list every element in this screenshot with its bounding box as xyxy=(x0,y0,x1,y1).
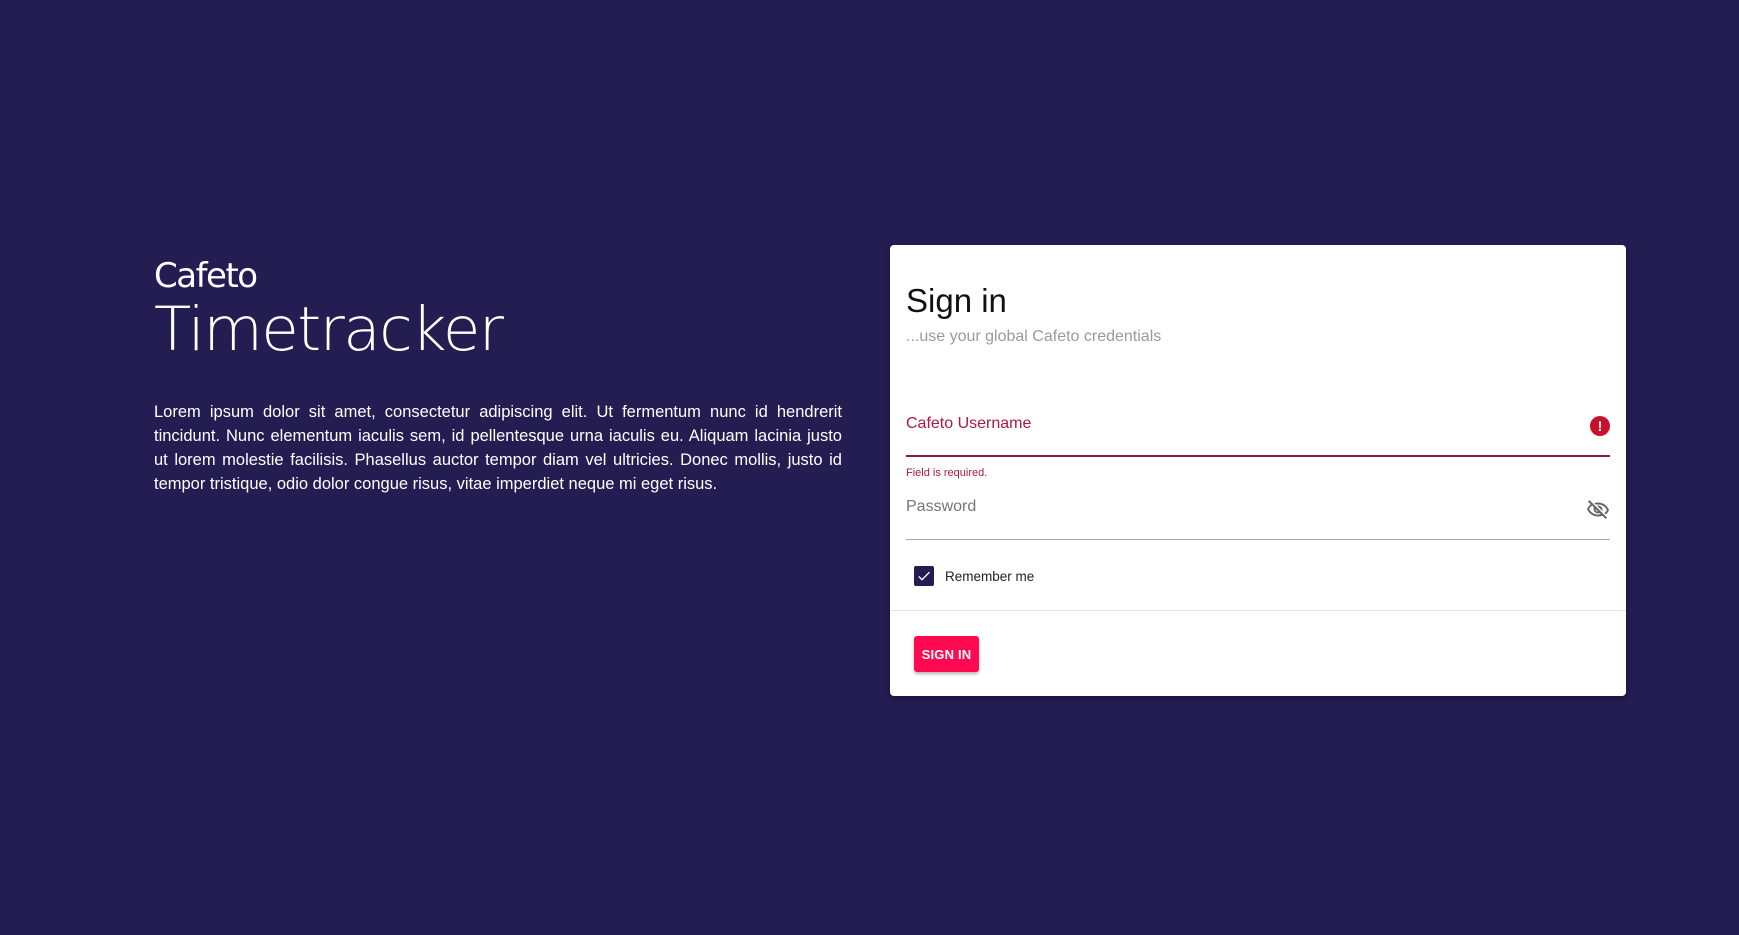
username-input[interactable] xyxy=(906,435,1566,457)
signin-title: Sign in xyxy=(906,282,1007,319)
password-underline xyxy=(906,539,1610,540)
username-underline xyxy=(906,455,1610,457)
app-description: Lorem ipsum dolor sit amet, consectetur … xyxy=(154,403,842,493)
cafeto-logo: Cafeto xyxy=(154,256,258,296)
signin-header: Sign in ...use your global Cafeto creden… xyxy=(906,281,1161,346)
sign-in-button[interactable]: SIGN IN xyxy=(914,636,979,672)
error-icon: ! xyxy=(1590,416,1610,436)
remember-me-checkbox[interactable] xyxy=(914,566,934,586)
password-input[interactable] xyxy=(906,518,1566,540)
username-field[interactable]: Cafeto Username ! Field is required. xyxy=(906,415,1610,503)
remember-me-label[interactable]: Remember me xyxy=(945,569,1034,584)
signin-subtitle: ...use your global Cafeto credentials xyxy=(906,328,1162,345)
remember-me[interactable]: Remember me xyxy=(914,564,1034,588)
checkmark-icon xyxy=(918,571,930,581)
username-error-text: Field is required. xyxy=(906,467,988,479)
card-divider xyxy=(890,610,1626,611)
signin-card: Sign in ...use your global Cafeto creden… xyxy=(890,245,1626,696)
username-label: Cafeto Username xyxy=(906,415,1032,432)
app-title: Timetracker xyxy=(154,294,504,365)
password-field[interactable]: Password xyxy=(906,498,1610,568)
brand-panel: Cafeto Timetracker Lorem ipsum dolor sit… xyxy=(154,256,842,496)
password-label: Password xyxy=(906,498,977,515)
visibility-off-icon[interactable] xyxy=(1586,498,1610,522)
